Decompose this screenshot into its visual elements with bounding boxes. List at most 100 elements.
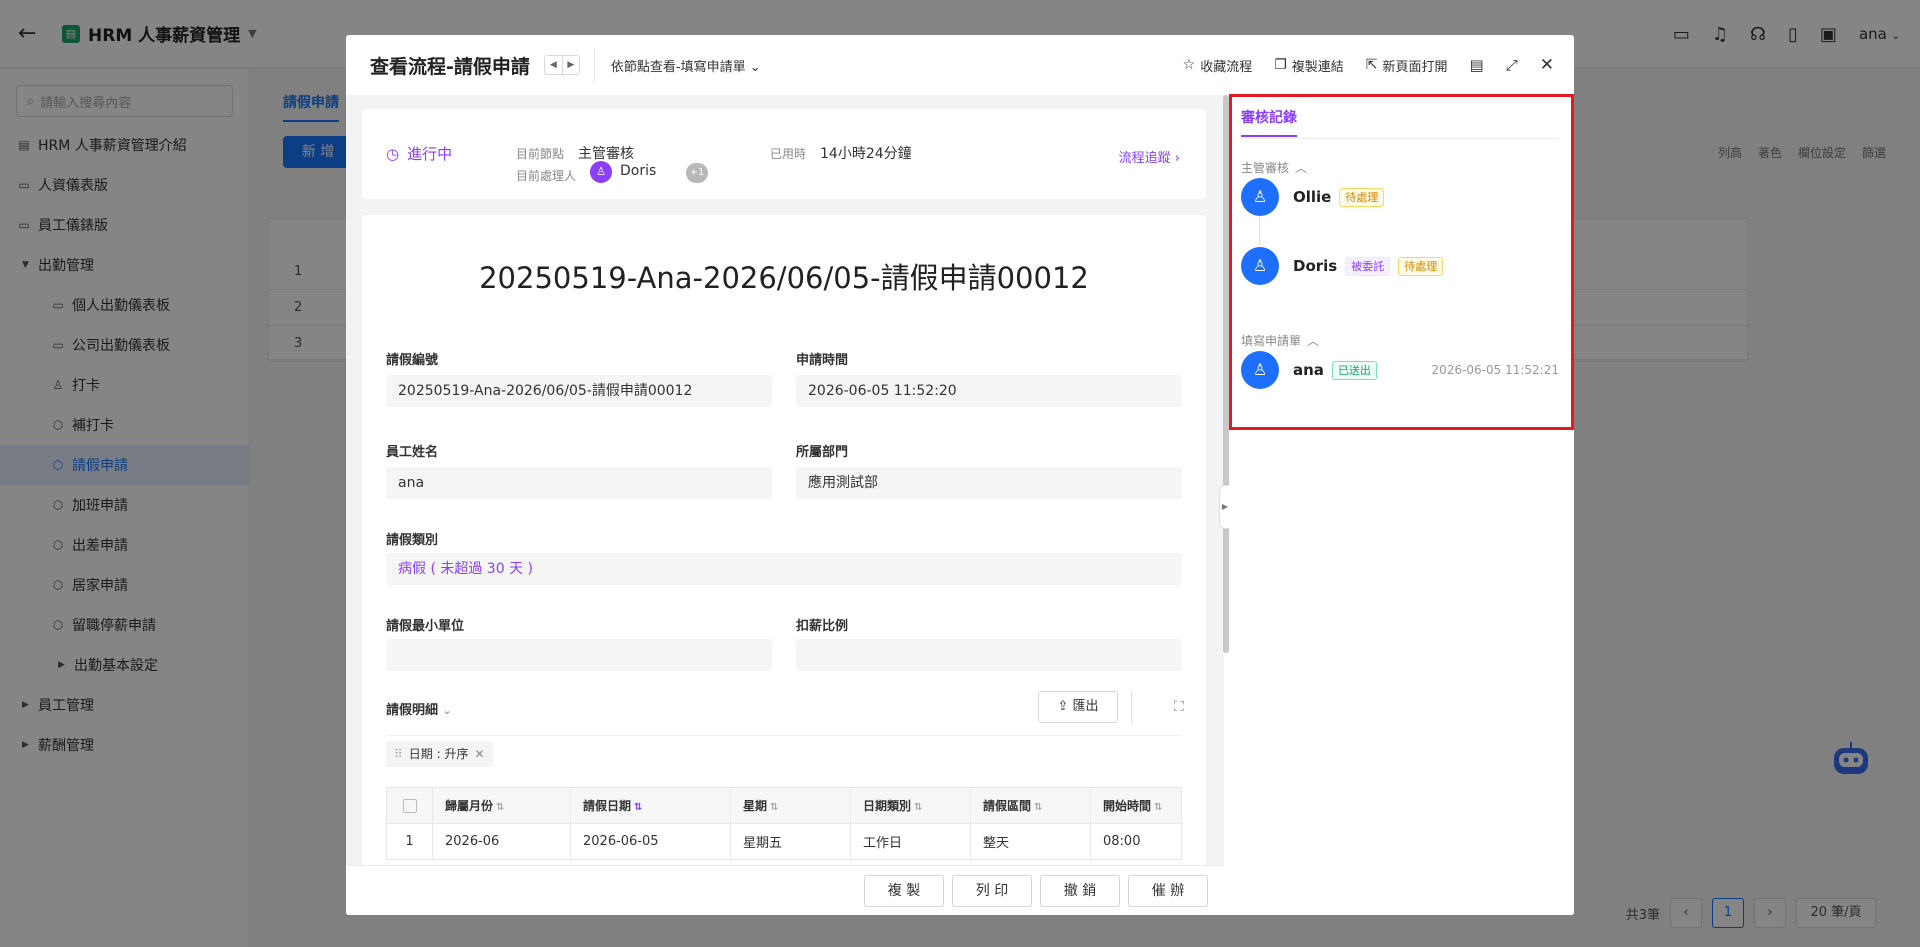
revoke-button[interactable]: 撤 銷 xyxy=(1040,874,1120,907)
cell-weekday: 星期五 xyxy=(730,823,851,860)
handler-extra-badge[interactable]: +1 xyxy=(686,163,708,183)
reviewer-name: ana xyxy=(1293,361,1324,379)
reviewer-name: Ollie xyxy=(1293,188,1332,206)
track-link[interactable]: 流程追蹤 › xyxy=(1119,147,1180,166)
sort-chip[interactable]: ⠿ 日期 : 升序 ✕ xyxy=(386,741,493,767)
chevron-down-icon: ⌄ xyxy=(749,59,761,75)
avatar: ♙ xyxy=(1241,351,1279,389)
review-group-header[interactable]: 填寫申請單 ︿ xyxy=(1241,332,1319,349)
department-field[interactable]: 應用測試部 xyxy=(796,467,1182,499)
divider xyxy=(386,735,1182,736)
divider xyxy=(593,48,595,82)
close-icon[interactable]: ✕ xyxy=(1540,55,1554,75)
prev-record-icon[interactable]: ◀ xyxy=(545,56,562,74)
deduct-field[interactable] xyxy=(796,639,1182,671)
process-modal: 查看流程-請假申請 ◀ ▶ 依節點查看-填寫申請單 ⌄ ☆ 收藏流程 ❐ 複製連結 … xyxy=(346,35,1574,915)
details-label[interactable]: 請假明細 ⌄ xyxy=(386,699,452,718)
handler-name: Doris xyxy=(620,163,657,179)
panel-icon[interactable]: ▤ xyxy=(1470,56,1484,74)
column-header[interactable]: 請假日期 ⇅ xyxy=(570,787,731,824)
tab-review-records[interactable]: 審核記錄 xyxy=(1241,107,1297,137)
review-panel: 審核記錄 主管審核 ︿ ♙ Ollie 待處理 ♙ Doris 被委託 待處理 填… xyxy=(1229,95,1574,915)
open-new-page-button[interactable]: ⇱ 新頁面打開 xyxy=(1366,56,1448,75)
copy-link-button[interactable]: ❐ 複製連結 xyxy=(1274,56,1344,75)
column-header[interactable]: 歸屬月份 ⇅ xyxy=(432,787,571,824)
sort-icon[interactable]: ⇅ xyxy=(634,802,642,813)
divider xyxy=(1131,691,1132,723)
sort-icon[interactable]: ⇅ xyxy=(770,802,778,813)
avatar: ♙ xyxy=(1241,178,1279,216)
status-state: ◷ 進行中 xyxy=(386,143,452,164)
next-record-icon[interactable]: ▶ xyxy=(561,56,579,74)
employee-field[interactable]: ana xyxy=(386,467,772,499)
sort-icon[interactable]: ⇅ xyxy=(1154,802,1162,813)
close-icon[interactable]: ✕ xyxy=(474,741,484,767)
form-area: ◷ 進行中 目前節點 主管審核 已用時 14小時24分鐘 目前處理人 ♙ Dori… xyxy=(346,95,1224,915)
status-badge: 待處理 xyxy=(1398,256,1444,276)
chevron-right-icon: › xyxy=(1174,151,1180,166)
column-header-label: 日期類別 xyxy=(863,799,912,813)
export-label: 匯出 xyxy=(1072,699,1099,714)
handler-label: 目前處理人 xyxy=(516,169,577,183)
status-state-label: 進行中 xyxy=(407,145,453,163)
status-badge: 被委託 xyxy=(1345,256,1391,276)
expand-icon[interactable]: ⛶ xyxy=(1174,699,1184,715)
employee-label: 員工姓名 xyxy=(386,445,439,460)
fullscreen-icon[interactable]: ⤢ xyxy=(1506,56,1518,74)
chevron-down-icon: ⌄ xyxy=(442,704,452,717)
sort-chip-label: 日期 : 升序 xyxy=(408,747,469,761)
favorite-button[interactable]: ☆ 收藏流程 xyxy=(1183,56,1253,75)
column-header[interactable]: 開始時間 ⇅ xyxy=(1090,787,1182,824)
apply-time-label: 申請時間 xyxy=(796,353,849,368)
status-badge: 待處理 xyxy=(1339,187,1385,207)
sort-icon[interactable]: ⇅ xyxy=(496,802,504,813)
cell-date-type: 工作日 xyxy=(850,823,971,860)
column-header-label: 星期 xyxy=(743,799,768,813)
reviewer-name: Doris xyxy=(1293,257,1338,275)
select-all-checkbox[interactable] xyxy=(386,787,433,824)
review-group-header[interactable]: 主管審核 ︿ xyxy=(1241,159,1307,176)
sort-icon[interactable]: ⇅ xyxy=(1034,802,1042,813)
department-label: 所屬部門 xyxy=(796,445,849,460)
current-node-label: 目前節點 xyxy=(516,147,565,161)
min-unit-field[interactable] xyxy=(386,639,772,671)
copy-button[interactable]: 複 製 xyxy=(864,874,944,907)
copy-icon: ❐ xyxy=(1274,57,1287,73)
column-header[interactable]: 星期 ⇅ xyxy=(730,787,851,824)
cell-month: 2026-06 xyxy=(432,823,571,860)
drag-handle-icon: ⠿ xyxy=(394,747,403,761)
upload-icon: ⇪ xyxy=(1057,699,1069,714)
details-table: 歸屬月份 ⇅ 請假日期 ⇅ 星期 ⇅ 日期類別 ⇅ 請假區間 ⇅ 開始時間 ⇅ 1 2026… xyxy=(386,787,1182,860)
form-title: 20250519-Ana-2026/06/05-請假申請00012 xyxy=(479,261,1089,295)
apply-time-field[interactable]: 2026-06-05 11:52:20 xyxy=(796,375,1182,407)
column-header-label: 開始時間 xyxy=(1103,799,1152,813)
column-header[interactable]: 請假區間 ⇅ xyxy=(970,787,1091,824)
review-entry: ♙ Doris 被委託 待處理 xyxy=(1241,246,1559,286)
min-unit-label: 請假最小單位 xyxy=(386,619,465,634)
modal-header: 查看流程-請假申請 ◀ ▶ 依節點查看-填寫申請單 ⌄ ☆ 收藏流程 ❐ 複製連結 … xyxy=(346,35,1574,95)
details-label-text: 請假明細 xyxy=(386,703,439,718)
status-badge: 已送出 xyxy=(1331,360,1377,380)
copy-link-label: 複製連結 xyxy=(1291,59,1344,75)
print-button[interactable]: 列 印 xyxy=(952,874,1032,907)
column-header[interactable]: 日期類別 ⇅ xyxy=(850,787,971,824)
favorite-label: 收藏流程 xyxy=(1200,59,1253,75)
review-timestamp: 2026-06-05 11:52:21 xyxy=(1431,363,1559,377)
column-header-label: 歸屬月份 xyxy=(445,799,494,813)
view-selector[interactable]: 依節點查看-填寫申請單 ⌄ xyxy=(611,56,761,75)
track-link-label: 流程追蹤 xyxy=(1118,151,1171,166)
divider xyxy=(1241,138,1559,139)
cell-start-time: 08:00 xyxy=(1090,823,1182,860)
sort-icon[interactable]: ⇅ xyxy=(914,802,922,813)
form-card: 20250519-Ana-2026/06/05-請假申請00012 請假編號 2… xyxy=(362,215,1206,915)
review-entry: ♙ Ollie 待處理 xyxy=(1241,177,1559,217)
leave-no-field[interactable]: 20250519-Ana-2026/06/05-請假申請00012 xyxy=(386,375,772,407)
leave-type-field[interactable]: 病假 ( 未超過 30 天 ) xyxy=(386,553,1182,585)
star-icon: ☆ xyxy=(1182,57,1196,73)
cell-period: 整天 xyxy=(970,823,1091,860)
clock-icon: ◷ xyxy=(386,144,400,163)
table-row[interactable]: 1 2026-06 2026-06-05 星期五 工作日 整天 08:00 xyxy=(386,823,1182,860)
checkbox[interactable] xyxy=(402,798,417,813)
export-button[interactable]: ⇪ 匯出 xyxy=(1038,691,1118,723)
remind-button[interactable]: 催 辦 xyxy=(1128,874,1208,907)
